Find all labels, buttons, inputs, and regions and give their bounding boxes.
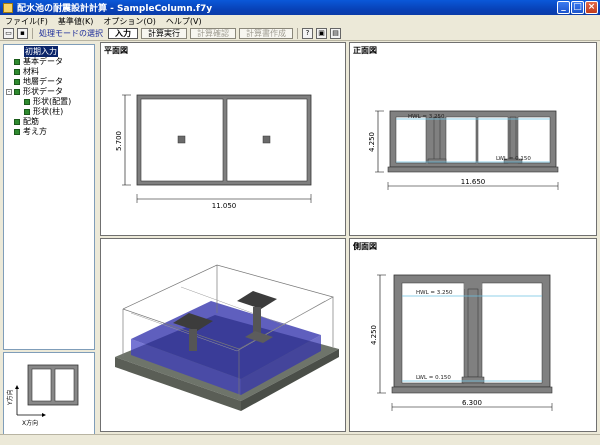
report-button[interactable]: 計算書作成 bbox=[239, 28, 293, 39]
plan-drawing: 5.700 11.050 bbox=[115, 94, 312, 210]
side-lwl-label: LWL = 0.150 bbox=[416, 375, 451, 381]
open-icon[interactable]: ▭ bbox=[3, 28, 14, 39]
side-hwl-label: HWL = 3.250 bbox=[416, 290, 453, 296]
title-bar: 配水池の耐震設計計算 - SampleColumn.f7y _ □ × bbox=[0, 0, 600, 15]
tree-item-initial-input[interactable]: 初期入力 bbox=[24, 46, 58, 57]
input-button[interactable]: 入力 bbox=[108, 28, 138, 39]
3d-view-pane[interactable] bbox=[100, 238, 346, 432]
plan-thumbnail: Y方向 X方向 bbox=[3, 352, 95, 438]
tree-item-shape-column[interactable]: 形状(柱) bbox=[24, 107, 63, 116]
toolbar: ▭ ▪ 処理モードの選択 入力 計算実行 計算確認 計算書作成 ? ▣ ▤ bbox=[0, 27, 600, 41]
status-bar bbox=[0, 434, 600, 445]
x-direction-label: X方向 bbox=[22, 419, 38, 427]
mode-select-label: 処理モードの選択 bbox=[39, 29, 103, 38]
front-view-pane[interactable]: 正面図 HWL = 3.250 LWL = 0.150 4.250 11.650 bbox=[349, 42, 597, 236]
input-tree: 初期入力 基本データ 材料 地層データ - 形状データ 形状(配置) 形状(柱) bbox=[3, 44, 95, 350]
status-icon bbox=[14, 68, 20, 75]
maximize-button[interactable]: □ bbox=[571, 1, 584, 14]
toolbar-separator bbox=[32, 28, 33, 39]
tree-item-basic-data[interactable]: 基本データ bbox=[14, 57, 63, 66]
side-view-pane[interactable]: 側面図 HWL = 3.250 LWL = 0.150 4.250 6.300 bbox=[349, 238, 597, 432]
window-title: 配水池の耐震設計計算 - SampleColumn.f7y bbox=[17, 4, 213, 14]
tree-item-label: 考え方 bbox=[23, 127, 47, 136]
status-icon bbox=[24, 108, 30, 115]
status-icon bbox=[14, 118, 20, 125]
tree-item-material[interactable]: 材料 bbox=[14, 67, 39, 76]
status-icon bbox=[14, 78, 20, 85]
toolbar-separator bbox=[297, 28, 298, 39]
thumbnail-drawing: Y方向 X方向 bbox=[6, 364, 79, 427]
status-icon bbox=[14, 128, 20, 135]
menu-options[interactable]: オプション(O) bbox=[98, 16, 161, 27]
status-icon bbox=[14, 88, 20, 95]
thumbnail-cell-left bbox=[31, 368, 52, 402]
minimize-button[interactable]: _ bbox=[557, 1, 570, 14]
calc-run-button[interactable]: 計算実行 bbox=[141, 28, 187, 39]
plan-height-dimension: 5.700 bbox=[115, 131, 123, 151]
close-button[interactable]: × bbox=[585, 1, 598, 14]
tree-item-shape-data[interactable]: - 形状データ bbox=[6, 87, 63, 96]
menu-help[interactable]: ヘルプ(V) bbox=[161, 16, 207, 27]
side-height-dimension: 4.250 bbox=[370, 325, 378, 345]
left-panel: 初期入力 基本データ 材料 地層データ - 形状データ 形状(配置) 形状(柱) bbox=[0, 42, 98, 438]
front-lwl-label: LWL = 0.150 bbox=[496, 156, 531, 162]
help-icon[interactable]: ? bbox=[302, 28, 313, 39]
y-arrow-head bbox=[15, 385, 19, 389]
side-drawing: HWL = 3.250 LWL = 0.150 4.250 6.300 bbox=[370, 274, 553, 411]
tree-item-reinforcement[interactable]: 配筋 bbox=[14, 117, 39, 126]
plan-view-pane[interactable]: 平面図 5.700 11.050 bbox=[100, 42, 346, 236]
tree-item-approach[interactable]: 考え方 bbox=[14, 127, 47, 136]
front-width-dimension: 11.650 bbox=[461, 178, 486, 186]
front-hwl-label: HWL = 3.250 bbox=[408, 114, 445, 120]
menu-bar: ファイル(F) 基準値(K) オプション(O) ヘルプ(V) bbox=[0, 15, 600, 27]
collapse-icon[interactable]: - bbox=[6, 88, 12, 95]
front-drawing: HWL = 3.250 LWL = 0.150 4.250 11.650 bbox=[368, 110, 559, 190]
save-icon[interactable]: ▪ bbox=[17, 28, 28, 39]
x-arrow-head bbox=[42, 413, 46, 417]
calc-check-button[interactable]: 計算確認 bbox=[190, 28, 236, 39]
app-icon bbox=[3, 2, 13, 13]
plan-width-dimension: 11.050 bbox=[212, 202, 237, 210]
front-height-dimension: 4.250 bbox=[368, 132, 376, 152]
menu-standards[interactable]: 基準値(K) bbox=[53, 16, 99, 27]
tree-item-shape-layout[interactable]: 形状(配置) bbox=[24, 97, 71, 106]
status-icon bbox=[14, 58, 20, 65]
status-icon bbox=[24, 98, 30, 105]
window-icon[interactable]: ▣ bbox=[316, 28, 327, 39]
calculator-icon[interactable]: ▤ bbox=[330, 28, 341, 39]
y-direction-label: Y方向 bbox=[6, 389, 14, 406]
thumbnail-cell-right bbox=[54, 368, 75, 402]
3d-model-drawing bbox=[115, 264, 339, 411]
side-width-dimension: 6.300 bbox=[462, 399, 482, 407]
menu-file[interactable]: ファイル(F) bbox=[0, 16, 53, 27]
tree-item-soil-data[interactable]: 地層データ bbox=[14, 77, 63, 86]
